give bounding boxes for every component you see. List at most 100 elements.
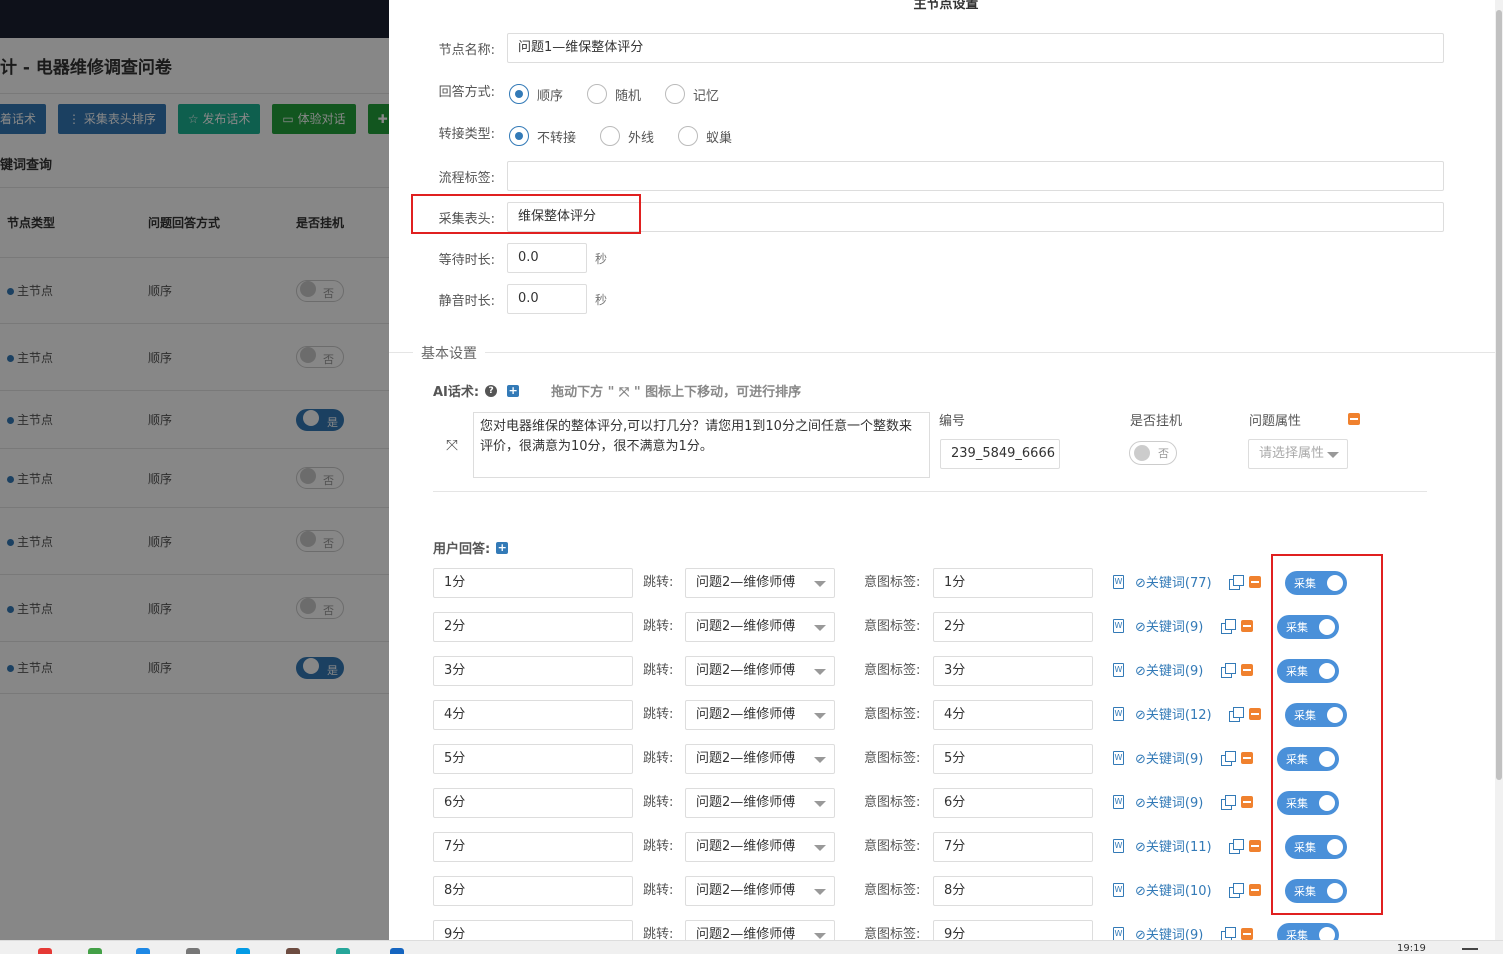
question-attr-select[interactable]: 请选择属性 — [1248, 439, 1348, 469]
answer-input[interactable]: 8分 — [433, 876, 633, 906]
collect-header-input[interactable]: 维保整体评分 — [507, 202, 1444, 232]
user-answer-label: 用户回答: — [433, 542, 491, 557]
jump-select[interactable]: 问题2—维修师傅 — [685, 920, 835, 940]
number-input[interactable]: 239_5849_6666 — [940, 439, 1060, 469]
transfer-type-radios: 不转接 外线 蚁巢 — [509, 126, 756, 146]
answer-input[interactable]: 4分 — [433, 700, 633, 730]
word-doc-icon[interactable]: W — [1113, 883, 1124, 897]
word-doc-icon[interactable]: W — [1113, 927, 1124, 940]
scrollbar-thumb[interactable] — [1496, 10, 1502, 780]
keywords-link[interactable]: ⊘关键词(10) — [1135, 880, 1212, 899]
help-icon[interactable]: ? — [485, 384, 498, 397]
answer-input[interactable]: 6分 — [433, 788, 633, 818]
app-icon[interactable] — [88, 948, 102, 954]
remove-answer-icon[interactable] — [1249, 576, 1261, 588]
intent-input[interactable]: 7分 — [933, 832, 1093, 862]
remove-ai-script-icon[interactable] — [1348, 413, 1360, 425]
answer-row: 9分 跳转: 问题2—维修师傅 意图标签: 9分 W ⊘关键词(9) 采集 — [433, 920, 1433, 940]
copy-icon[interactable] — [1221, 663, 1236, 678]
keywords-link[interactable]: ⊘关键词(9) — [1135, 792, 1203, 811]
jump-select[interactable]: 问题2—维修师傅 — [685, 744, 835, 774]
app-icon[interactable] — [286, 948, 300, 954]
answer-input[interactable]: 9分 — [433, 920, 633, 940]
word-doc-icon[interactable]: W — [1113, 663, 1124, 677]
app-icon[interactable] — [236, 948, 250, 954]
intent-input[interactable]: 2分 — [933, 612, 1093, 642]
answer-input[interactable]: 5分 — [433, 744, 633, 774]
answer-input[interactable]: 1分 — [433, 568, 633, 598]
remove-answer-icon[interactable] — [1249, 840, 1261, 852]
radio-external-line[interactable]: 外线 — [600, 126, 654, 146]
radio-random[interactable]: 随机 — [587, 84, 641, 104]
jump-select[interactable]: 问题2—维修师傅 — [685, 656, 835, 686]
app-icon[interactable] — [390, 948, 404, 954]
copy-icon[interactable] — [1221, 795, 1236, 810]
copy-icon[interactable] — [1229, 839, 1244, 854]
intent-input[interactable]: 3分 — [933, 656, 1093, 686]
keywords-link[interactable]: ⊘关键词(9) — [1135, 924, 1203, 940]
radio-no-transfer[interactable]: 不转接 — [509, 126, 576, 146]
radio-memory[interactable]: 记忆 — [665, 84, 719, 104]
copy-icon[interactable] — [1229, 707, 1244, 722]
radio-ant-nest[interactable]: 蚁巢 — [678, 126, 732, 146]
app-icon[interactable] — [136, 948, 150, 954]
flow-tag-row: 流程标签: — [389, 161, 1444, 191]
intent-input[interactable]: 9分 — [933, 920, 1093, 940]
remove-answer-icon[interactable] — [1249, 884, 1261, 896]
keywords-link[interactable]: ⊘关键词(11) — [1135, 836, 1212, 855]
hangup-toggle[interactable]: 否 — [1129, 441, 1177, 465]
answer-input[interactable]: 3分 — [433, 656, 633, 686]
answer-input[interactable]: 7分 — [433, 832, 633, 862]
keywords-link[interactable]: ⊘关键词(9) — [1135, 660, 1203, 679]
app-icon[interactable] — [336, 948, 350, 954]
copy-icon[interactable] — [1221, 751, 1236, 766]
remove-answer-icon[interactable] — [1241, 928, 1253, 940]
add-answer-icon[interactable]: + — [496, 541, 509, 554]
jump-select[interactable]: 问题2—维修师傅 — [685, 568, 835, 598]
word-doc-icon[interactable]: W — [1113, 707, 1124, 721]
add-ai-script-icon[interactable]: + — [507, 384, 520, 397]
intent-input[interactable]: 4分 — [933, 700, 1093, 730]
radio-sequential[interactable]: 顺序 — [509, 84, 563, 104]
intent-input[interactable]: 8分 — [933, 876, 1093, 906]
remove-answer-icon[interactable] — [1241, 664, 1253, 676]
jump-select[interactable]: 问题2—维修师傅 — [685, 700, 835, 730]
tray-icon[interactable] — [1462, 948, 1478, 950]
ai-script-textarea[interactable]: 您对电器维保的整体评分,可以打几分？请您用1到10分之间任意一个整数来评价，很满… — [473, 412, 930, 478]
scrollbar[interactable] — [1495, 0, 1503, 940]
word-doc-icon[interactable]: W — [1113, 839, 1124, 853]
keywords-link[interactable]: ⊘关键词(77) — [1135, 572, 1212, 591]
collect-toggle[interactable]: 采集 — [1277, 923, 1339, 940]
jump-select[interactable]: 问题2—维修师傅 — [685, 832, 835, 862]
app-icon[interactable] — [38, 948, 52, 954]
keywords-link[interactable]: ⊘关键词(9) — [1135, 748, 1203, 767]
keywords-link[interactable]: ⊘关键词(9) — [1135, 616, 1203, 635]
copy-icon[interactable] — [1221, 927, 1236, 940]
intent-input[interactable]: 1分 — [933, 568, 1093, 598]
answer-input[interactable]: 2分 — [433, 612, 633, 642]
modal-backdrop[interactable] — [0, 0, 389, 954]
word-doc-icon[interactable]: W — [1113, 619, 1124, 633]
copy-icon[interactable] — [1221, 619, 1236, 634]
word-doc-icon[interactable]: W — [1113, 795, 1124, 809]
wait-time-input[interactable]: 0.0 — [507, 243, 587, 273]
remove-answer-icon[interactable] — [1241, 796, 1253, 808]
jump-select[interactable]: 问题2—维修师傅 — [685, 612, 835, 642]
word-doc-icon[interactable]: W — [1113, 575, 1124, 589]
keywords-link[interactable]: ⊘关键词(12) — [1135, 704, 1212, 723]
copy-icon[interactable] — [1229, 575, 1244, 590]
drag-handle-icon[interactable]: ⤧ — [446, 436, 458, 454]
remove-answer-icon[interactable] — [1249, 708, 1261, 720]
flow-tag-input[interactable] — [507, 161, 1444, 191]
intent-input[interactable]: 6分 — [933, 788, 1093, 818]
copy-icon[interactable] — [1229, 883, 1244, 898]
jump-select[interactable]: 问题2—维修师傅 — [685, 876, 835, 906]
word-doc-icon[interactable]: W — [1113, 751, 1124, 765]
app-icon[interactable] — [186, 948, 200, 954]
jump-select[interactable]: 问题2—维修师傅 — [685, 788, 835, 818]
remove-answer-icon[interactable] — [1241, 752, 1253, 764]
node-name-input[interactable]: 问题1—维保整体评分 — [507, 33, 1444, 63]
remove-answer-icon[interactable] — [1241, 620, 1253, 632]
mute-time-input[interactable]: 0.0 — [507, 284, 587, 314]
intent-input[interactable]: 5分 — [933, 744, 1093, 774]
